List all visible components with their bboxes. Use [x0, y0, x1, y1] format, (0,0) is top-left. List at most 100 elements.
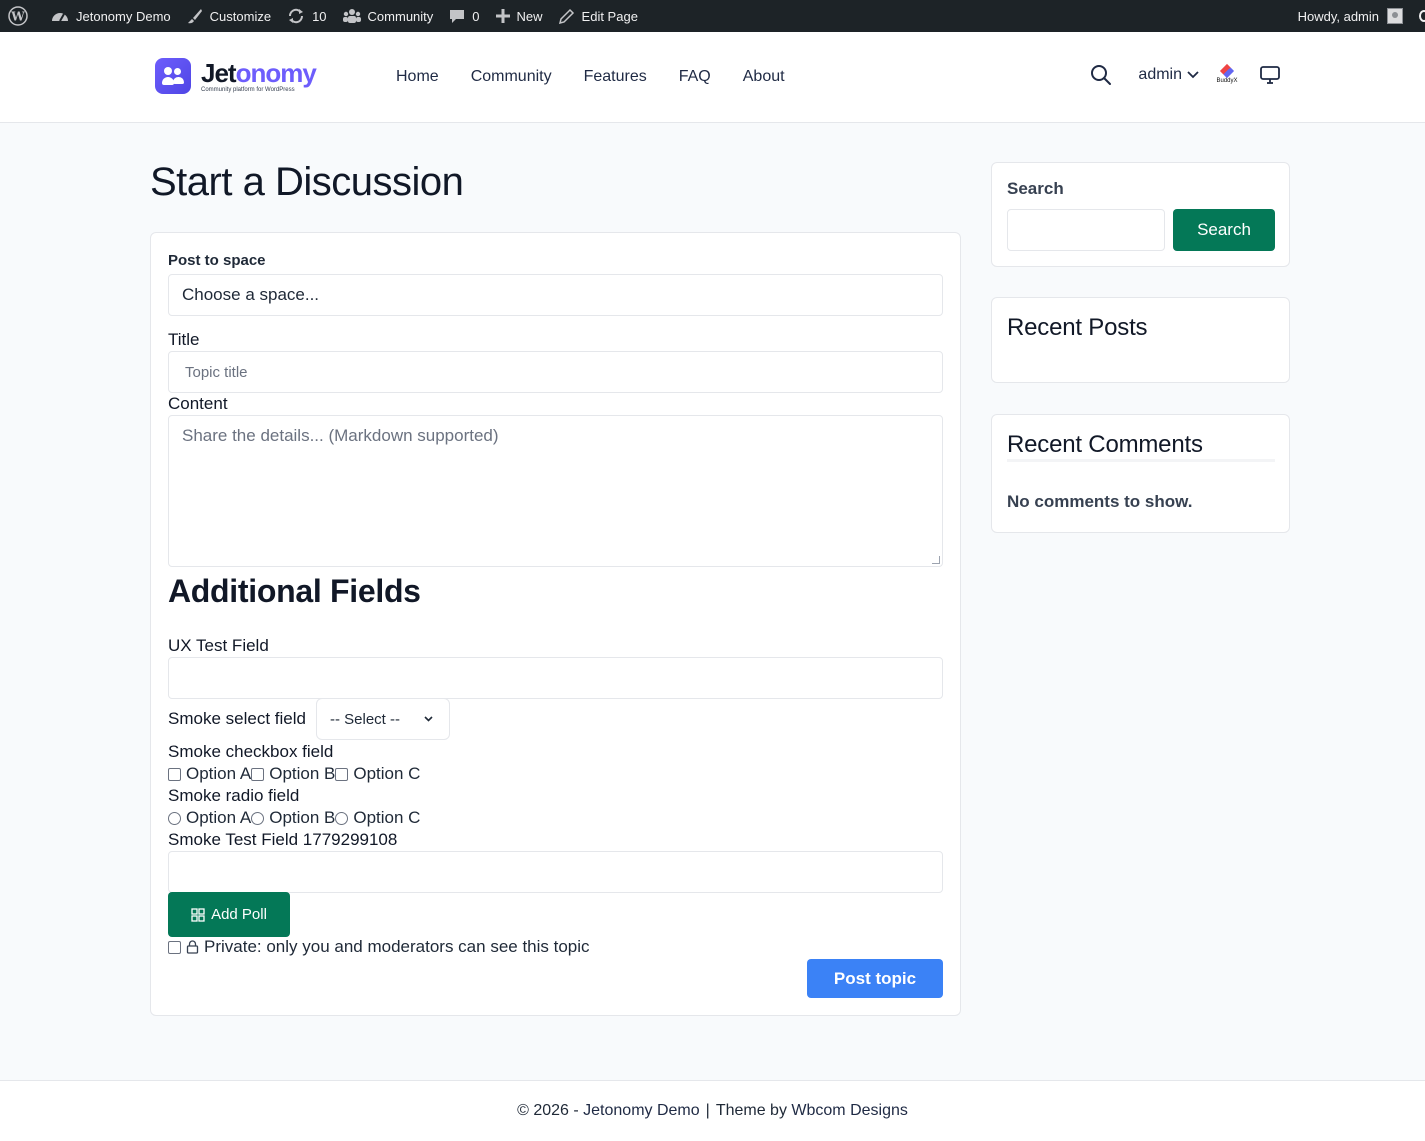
- admin-bar-edit-page[interactable]: Edit Page: [551, 0, 646, 32]
- updates-count: 10: [312, 8, 327, 24]
- private-checkbox[interactable]: [168, 940, 181, 954]
- nav-community[interactable]: Community: [471, 68, 552, 86]
- private-option: Private: only you and moderators can see…: [168, 937, 590, 957]
- smoke-radio-label: Smoke radio field: [168, 786, 300, 805]
- site-name-label: Jetonomy Demo: [76, 8, 171, 24]
- search-icon[interactable]: [1090, 64, 1112, 86]
- sidebar-search-input[interactable]: [1007, 209, 1165, 251]
- site-logo[interactable]: Jetonomy Community platform for WordPres…: [155, 57, 317, 94]
- community-icon: [342, 9, 361, 23]
- grid-icon: [191, 907, 205, 922]
- smoke-select[interactable]: -- Select --: [316, 698, 450, 740]
- footer-theme-by: Theme by: [715, 1102, 787, 1119]
- footer-theme-link[interactable]: Wbcom Designs: [791, 1102, 907, 1120]
- checkbox-option-label: Option A: [186, 764, 252, 783]
- resize-handle[interactable]: [932, 556, 940, 564]
- checkbox-group: Option A Option B Option C: [168, 764, 420, 784]
- user-menu-label: admin: [1138, 66, 1182, 83]
- wordpress-logo-button[interactable]: W: [0, 0, 43, 32]
- community-label: Community: [367, 8, 434, 24]
- recent-comments-widget: Recent Comments No comments to show.: [991, 414, 1290, 533]
- buddyx-gem-icon: [1219, 63, 1235, 79]
- space-select-value: Choose a space...: [182, 285, 320, 304]
- space-select[interactable]: Choose a space...: [168, 274, 943, 316]
- comments-count: 0: [472, 8, 480, 24]
- recent-posts-title: Recent Posts: [1007, 314, 1148, 341]
- chevron-down-icon: [424, 716, 433, 722]
- sidebar-search-button[interactable]: Search: [1173, 209, 1275, 251]
- add-poll-button[interactable]: Add Poll: [168, 892, 290, 937]
- chevron-down-icon: [1187, 71, 1199, 79]
- no-comments-text: No comments to show.: [1007, 492, 1193, 511]
- footer-site-link[interactable]: Jetonomy Demo: [583, 1102, 700, 1120]
- refresh-icon: [289, 8, 304, 24]
- widget-divider: [1007, 459, 1275, 462]
- radio-group: Option A Option B Option C: [168, 808, 420, 828]
- buddyx-label: BuddyX: [1216, 78, 1238, 84]
- avatar: [1387, 8, 1403, 24]
- radio-option-b[interactable]: [251, 811, 265, 825]
- svg-text:W: W: [10, 10, 25, 24]
- admin-bar-updates[interactable]: 10: [279, 0, 334, 32]
- admin-bar-account[interactable]: Howdy, admin: [1290, 0, 1403, 32]
- space-label: Post to space: [168, 252, 266, 269]
- admin-bar-search-icon[interactable]: [1419, 10, 1425, 22]
- howdy-label: Howdy, admin: [1297, 8, 1379, 24]
- smoke-checkbox-label: Smoke checkbox field: [168, 742, 334, 761]
- plus-icon: [495, 9, 510, 23]
- content-label: Content: [168, 394, 228, 413]
- title-placeholder: Topic title: [185, 363, 248, 381]
- user-menu[interactable]: admin: [1138, 66, 1200, 84]
- wordpress-icon: W: [8, 6, 28, 26]
- admin-bar-new[interactable]: New: [488, 0, 551, 32]
- checkbox-option-label: Option B: [269, 764, 336, 783]
- new-topic-form: Post to space Choose a space... Title To…: [150, 232, 961, 1016]
- monitor-icon[interactable]: [1260, 66, 1280, 84]
- checkbox-option-b[interactable]: [251, 767, 265, 781]
- nav-features[interactable]: Features: [584, 68, 647, 86]
- content-placeholder: Share the details... (Markdown supported…: [182, 426, 499, 445]
- radio-option-a[interactable]: [168, 811, 181, 825]
- edit-page-label: Edit Page: [581, 8, 638, 24]
- logo-mark-icon: [155, 58, 191, 94]
- additional-fields-heading: Additional Fields: [168, 573, 421, 609]
- smoke-test-label: Smoke Test Field 1779299108: [168, 830, 398, 849]
- title-label: Title: [168, 330, 200, 349]
- title-input[interactable]: Topic title: [168, 351, 943, 393]
- smoke-test-input[interactable]: [168, 851, 943, 893]
- nav-home[interactable]: Home: [396, 68, 439, 86]
- dashboard-gauge-icon: [52, 13, 68, 22]
- nav-faq[interactable]: FAQ: [679, 68, 711, 86]
- footer-separator: |: [705, 1102, 710, 1119]
- ux-test-input[interactable]: [168, 657, 943, 699]
- lock-icon: [186, 940, 199, 954]
- search-widget: Search Search: [991, 162, 1290, 267]
- smoke-select-value: -- Select --: [330, 710, 401, 728]
- post-topic-button[interactable]: Post topic: [807, 959, 943, 998]
- radio-option-c[interactable]: [335, 811, 349, 825]
- radio-option-label: Option B: [269, 808, 336, 827]
- admin-bar-comments[interactable]: 0: [441, 0, 487, 32]
- admin-bar: W Jetonomy Demo Customize 10 Community 0…: [0, 0, 1425, 32]
- checkbox-option-a[interactable]: [168, 767, 181, 781]
- admin-bar-site-name[interactable]: Jetonomy Demo: [43, 0, 179, 32]
- admin-bar-customize[interactable]: Customize: [179, 0, 279, 32]
- radio-option-label: Option C: [353, 808, 421, 827]
- paintbrush-icon: [187, 9, 202, 24]
- recent-posts-widget: Recent Posts: [991, 297, 1290, 383]
- private-label: Private: only you and moderators can see…: [204, 937, 590, 956]
- site-header: Jetonomy Community platform for WordPres…: [0, 32, 1425, 123]
- logo-name: Jetonomy: [201, 57, 317, 88]
- new-label: New: [516, 8, 543, 24]
- checkbox-option-label: Option C: [353, 764, 421, 783]
- admin-bar-community[interactable]: Community: [335, 0, 442, 32]
- checkbox-option-c[interactable]: [335, 767, 349, 781]
- ux-field-label: UX Test Field: [168, 636, 269, 655]
- content-textarea[interactable]: Share the details... (Markdown supported…: [168, 415, 943, 567]
- nav-about[interactable]: About: [743, 68, 785, 86]
- footer-copyright: © 2026 -: [517, 1102, 579, 1119]
- buddyx-logo[interactable]: BuddyX: [1212, 63, 1242, 84]
- radio-option-label: Option A: [186, 808, 252, 827]
- main-navigation: Home Community Features FAQ About: [396, 68, 817, 86]
- customize-label: Customize: [209, 8, 272, 24]
